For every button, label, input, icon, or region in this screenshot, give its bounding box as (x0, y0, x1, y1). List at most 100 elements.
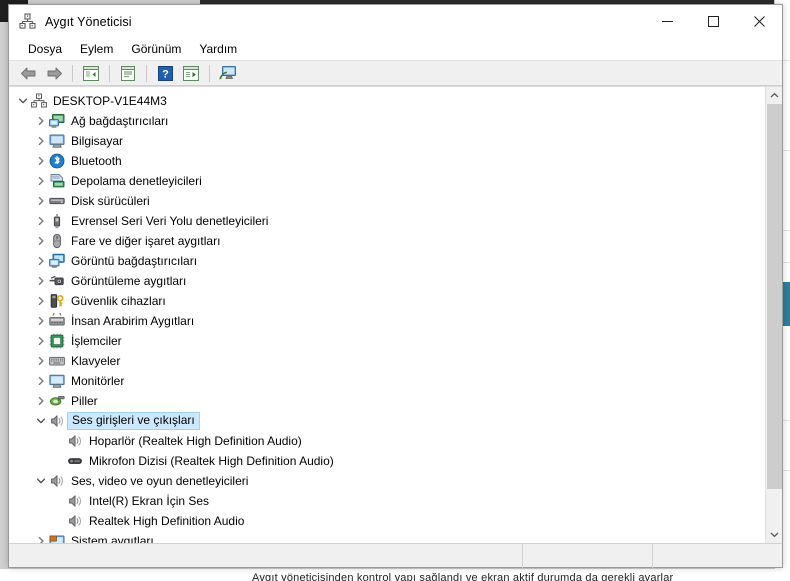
chevron-right-icon[interactable] (33, 536, 49, 543)
tree-row[interactable]: Fare ve diğer işaret aygıtları (9, 231, 765, 251)
tree-row[interactable]: Görüntüleme aygıtları (9, 271, 765, 291)
tree-row-label: Ağ bağdaştırıcıları (71, 113, 169, 128)
update-driver-icon[interactable] (178, 62, 204, 84)
processor-icon (49, 333, 65, 349)
chevron-right-icon[interactable] (33, 116, 49, 126)
tree-row-label: İnsan Arabirim Aygıtları (71, 313, 195, 328)
tree-row[interactable]: Sistem aygıtları (9, 531, 765, 543)
tree-row-label: İşlemciler (71, 333, 122, 348)
tree-row[interactable]: Görüntü bağdaştırıcıları (9, 251, 765, 271)
hid-icon (49, 311, 65, 329)
menu-dosya[interactable]: Dosya (19, 40, 71, 58)
maximize-button[interactable] (690, 5, 736, 37)
tree-row[interactable]: Realtek High Definition Audio (9, 511, 765, 531)
audio-io-icon (49, 413, 65, 429)
tree-row[interactable]: Ses, video ve oyun denetleyicileri (9, 471, 765, 491)
tree-row[interactable]: Monitörler (9, 371, 765, 391)
tree-row-label: Evrensel Seri Veri Yolu denetleyicileri (71, 213, 269, 228)
tree-row-label: Depolama denetleyicileri (71, 173, 202, 188)
tree-row[interactable]: Hoparlör (Realtek High Definition Audio) (9, 431, 765, 451)
tree-row[interactable]: İşlemciler (9, 331, 765, 351)
tree-row-label: Ses, video ve oyun denetleyicileri (71, 473, 249, 488)
chevron-down-icon[interactable] (15, 96, 31, 106)
tree-root-row[interactable]: DESKTOP-V1E44M3 (9, 91, 765, 111)
tree-row[interactable]: Intel(R) Ekran İçin Ses (9, 491, 765, 511)
tree-row-label: Güvenlik cihazları (71, 293, 166, 308)
tree-row-label: Klavyeler (71, 353, 121, 368)
chevron-right-icon[interactable] (33, 196, 49, 206)
properties-icon[interactable] (115, 62, 141, 84)
keyboard-icon (49, 353, 65, 369)
display-adapter-icon (49, 253, 65, 269)
tree-row-label: Bluetooth (71, 153, 122, 168)
chevron-right-icon[interactable] (33, 276, 49, 286)
chevron-right-icon[interactable] (33, 316, 49, 326)
tree-row-label: Intel(R) Ekran İçin Ses (89, 493, 210, 508)
toolbar-separator (209, 64, 210, 82)
chevron-right-icon[interactable] (33, 336, 49, 346)
menu-yardim[interactable]: Yardım (190, 40, 246, 58)
chevron-right-icon[interactable] (33, 256, 49, 266)
battery-icon (49, 393, 65, 409)
menu-gorunum[interactable]: Görünüm (122, 40, 190, 58)
device-tree[interactable]: DESKTOP-V1E44M3 Ağ bağdaştırıcıları Bilgis… (9, 87, 765, 543)
tree-row[interactable]: Evrensel Seri Veri Yolu denetleyicileri (9, 211, 765, 231)
chevron-right-icon[interactable] (33, 296, 49, 306)
tree-row[interactable]: Mikrofon Dizisi (Realtek High Definition… (9, 451, 765, 471)
tree-row[interactable]: Bluetooth (9, 151, 765, 171)
chevron-right-icon[interactable] (33, 396, 49, 406)
desktop-background: o Aygıt yöneticisinden kontrol yapı sağl… (0, 0, 790, 581)
scrollbar-thumb[interactable] (767, 104, 782, 489)
tree-row[interactable]: Bilgisayar (9, 131, 765, 151)
back-arrow-icon[interactable] (15, 62, 41, 84)
chevron-right-icon[interactable] (33, 356, 49, 366)
tree-row-label: Ses girişleri ve çıkışları (67, 412, 200, 430)
chevron-right-icon[interactable] (33, 156, 49, 166)
status-cell-2 (652, 543, 782, 568)
computer-root-icon (31, 93, 47, 109)
tree-row[interactable]: İnsan Arabirim Aygıtları (9, 311, 765, 331)
chevron-down-icon[interactable] (33, 416, 49, 426)
help-icon[interactable]: ? (152, 62, 178, 84)
monitor-icon (49, 373, 65, 389)
tree-row[interactable]: Ağ bağdaştırıcıları (9, 111, 765, 131)
chevron-right-icon[interactable] (33, 376, 49, 386)
mouse-icon (49, 233, 65, 249)
tree-row-label: Monitörler (71, 373, 125, 388)
chevron-right-icon[interactable] (33, 236, 49, 246)
system-device-icon (49, 533, 65, 543)
minimize-button[interactable] (644, 5, 690, 37)
tree-row[interactable]: Depolama denetleyicileri (9, 171, 765, 191)
usb-controller-icon (49, 213, 65, 229)
svg-text:?: ? (162, 68, 169, 80)
tree-row[interactable]: Güvenlik cihazları (9, 291, 765, 311)
speaker-icon (67, 513, 83, 529)
vertical-scrollbar[interactable] (765, 87, 782, 543)
toolbar-separator (146, 64, 147, 82)
tree-row[interactable]: Ses girişleri ve çıkışları (9, 411, 765, 431)
scan-hardware-changes-icon[interactable] (215, 62, 241, 84)
chevron-right-icon[interactable] (33, 216, 49, 226)
menu-eylem[interactable]: Eylem (71, 40, 122, 58)
chevron-right-icon[interactable] (33, 136, 49, 146)
tree-row[interactable]: Piller (9, 391, 765, 411)
tree-row-label: Mikrofon Dizisi (Realtek High Definition… (89, 453, 334, 468)
chevron-up-icon[interactable] (766, 87, 783, 104)
audio-video-game-controller-icon (49, 473, 65, 489)
tree-row-label: Fare ve diğer işaret aygıtları (71, 233, 221, 248)
chevron-down-icon[interactable] (33, 476, 49, 486)
status-cell-1 (522, 543, 652, 568)
forward-arrow-icon[interactable] (41, 62, 67, 84)
tree-row-label: Görüntü bağdaştırıcıları (71, 253, 198, 268)
device-manager-window: Aygıt Yöneticisi Dosya Eylem Görünüm Yar… (8, 4, 783, 568)
close-button[interactable] (736, 5, 782, 37)
toolbar: ? (9, 60, 782, 86)
imaging-device-icon (49, 273, 65, 289)
show-hide-console-tree-icon[interactable] (78, 62, 104, 84)
chevron-down-icon[interactable] (766, 526, 782, 543)
toolbar-separator (109, 64, 110, 82)
window-titlebar[interactable]: Aygıt Yöneticisi (9, 5, 782, 38)
tree-row[interactable]: Disk sürücüleri (9, 191, 765, 211)
tree-row[interactable]: Klavyeler (9, 351, 765, 371)
chevron-right-icon[interactable] (33, 176, 49, 186)
